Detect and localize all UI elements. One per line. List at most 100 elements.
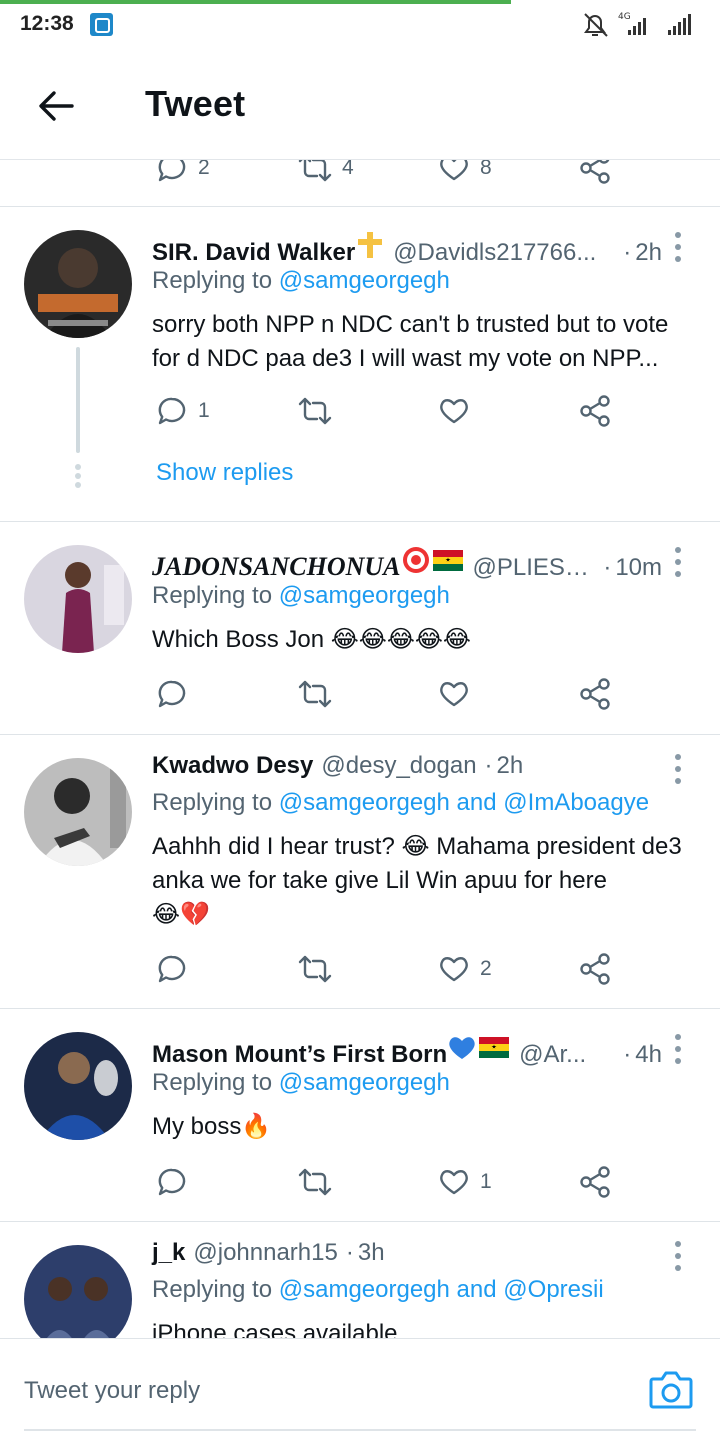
reply-count: 1 <box>198 399 210 422</box>
reply-input[interactable]: Tweet your reply <box>24 1377 200 1405</box>
share-icon <box>580 395 610 427</box>
tweet-card[interactable]: j_k @johnnarh15 · 3h Replying to @samgeo… <box>0 1222 720 1338</box>
show-replies-link[interactable]: Show replies <box>156 459 293 487</box>
tweet-card[interactable]: Kwadwo Desy @desy_dogan · 2h Replying to… <box>0 735 720 1008</box>
like-button[interactable]: 2 <box>438 949 492 989</box>
tweet-text-content: Which Boss Jon <box>152 626 331 653</box>
avatar[interactable] <box>24 1245 132 1338</box>
heart-icon <box>440 160 468 181</box>
reply-icon <box>158 397 186 425</box>
retweet-icon <box>298 160 332 182</box>
tweet-time: 10m <box>615 554 662 581</box>
tweet-card[interactable]: JADONSANCHONUA @PLIESS... · 10m Replying… <box>0 522 720 734</box>
camera-icon <box>649 1371 693 1409</box>
share-button[interactable] <box>578 391 612 431</box>
like-button[interactable] <box>438 391 470 431</box>
display-name[interactable]: SIR. David Walker <box>152 239 355 267</box>
reply-button[interactable] <box>156 674 188 714</box>
display-name[interactable]: Kwadwo Desy <box>152 752 313 780</box>
user-handle[interactable]: @PLIESS... <box>473 554 596 582</box>
like-button[interactable] <box>438 674 470 714</box>
replying-and: and <box>449 1276 504 1303</box>
retweet-icon <box>298 397 332 425</box>
display-name[interactable]: JADONSANCHONUA <box>152 552 401 582</box>
share-button[interactable] <box>578 949 612 989</box>
reply-count: 2 <box>198 160 210 179</box>
user-handle[interactable]: @johnnarh15 <box>193 1239 337 1267</box>
user-handle[interactable]: @desy_dogan <box>321 752 476 780</box>
like-button[interactable]: 1 <box>438 1162 492 1202</box>
cross-emoji-icon <box>355 230 385 267</box>
avatar[interactable] <box>24 1032 132 1140</box>
reply-button[interactable]: 1 <box>156 391 210 431</box>
heart-icon <box>440 957 468 982</box>
tweet-card[interactable]: SIR. David Walker @Davidls217766... · 2h… <box>0 207 720 520</box>
retweet-button[interactable]: 4 <box>298 160 354 188</box>
reply-button[interactable] <box>156 1162 188 1202</box>
tweet-time: 2h <box>496 752 524 779</box>
avatar[interactable] <box>24 758 132 866</box>
reply-icon <box>158 160 186 182</box>
reply-icon <box>158 955 186 983</box>
more-options-button[interactable] <box>668 752 688 786</box>
mention-link[interactable]: @samgeorgegh <box>279 582 450 609</box>
more-options-button[interactable] <box>668 545 688 579</box>
replying-to: Replying to @samgeorgegh <box>152 1069 450 1097</box>
avatar-image <box>24 545 132 653</box>
replying-to: Replying to @samgeorgegh <box>152 267 450 295</box>
tweet-text: sorry both NPP n NDC can't b trusted but… <box>152 311 669 372</box>
user-handle[interactable]: @Davidls217766... <box>393 239 615 267</box>
avatar[interactable] <box>24 230 132 338</box>
reply-button[interactable] <box>156 949 188 989</box>
retweet-button[interactable] <box>298 949 332 989</box>
retweet-icon <box>298 1168 332 1196</box>
tweet-text: iPhone cases available <box>152 1320 398 1338</box>
display-name[interactable]: Mason Mount’s First Born <box>152 1041 447 1069</box>
mention-link[interactable]: @ImAboagye <box>503 789 649 816</box>
signal-icon <box>668 14 691 35</box>
tweet-text: Aahhh did I hear trust? 😂 Mahama preside… <box>152 830 700 932</box>
retweet-button[interactable] <box>298 1162 332 1202</box>
tweet-time: 2h <box>635 239 662 266</box>
network-type-label: 4G <box>618 12 631 22</box>
back-button[interactable] <box>34 84 78 128</box>
replying-label: Replying to <box>152 1276 279 1303</box>
replying-label: Replying to <box>152 1069 279 1096</box>
retweet-button[interactable] <box>298 391 332 431</box>
retweet-button[interactable] <box>298 674 332 714</box>
share-button[interactable] <box>578 674 612 714</box>
share-button[interactable] <box>578 160 612 188</box>
mention-link[interactable]: @Opresii <box>503 1276 603 1303</box>
replying-label: Replying to <box>152 582 279 609</box>
tweet-card[interactable]: Mason Mount’s First Born @Ar... · 4h Rep… <box>0 1009 720 1221</box>
tweet-text-part: Aahhh did I hear trust? <box>152 833 402 860</box>
share-button[interactable] <box>578 1162 612 1202</box>
share-icon <box>580 160 610 184</box>
share-icon <box>580 1166 610 1198</box>
laughing-emoji-icon: 😂😂😂😂😂 <box>330 626 471 653</box>
reply-icon <box>158 680 186 708</box>
tweet-header: Mason Mount’s First Born @Ar... · 4h <box>152 1032 662 1068</box>
tweet-time: 4h <box>635 1041 662 1068</box>
more-options-button[interactable] <box>668 1032 688 1066</box>
separator-dot: · <box>345 1239 354 1266</box>
mention-link[interactable]: @samgeorgegh <box>279 1069 450 1096</box>
avatar-image <box>24 1032 132 1140</box>
reply-button[interactable]: 2 <box>156 160 210 188</box>
tweet-header: SIR. David Walker @Davidls217766... · 2h <box>152 230 662 266</box>
mention-link[interactable]: @samgeorgegh <box>279 1276 450 1303</box>
like-button[interactable]: 8 <box>438 160 492 188</box>
separator-dot: · <box>484 752 493 779</box>
more-options-button[interactable] <box>668 230 688 264</box>
mention-link[interactable]: @samgeorgegh <box>279 789 450 816</box>
action-row <box>0 674 720 714</box>
more-options-button[interactable] <box>668 1239 688 1273</box>
camera-button[interactable] <box>648 1367 694 1411</box>
user-handle[interactable]: @Ar... <box>519 1041 615 1069</box>
replying-label: Replying to <box>152 267 279 294</box>
tweet-feed[interactable]: 2 4 8 SIR. David Walker @Davidls217766..… <box>0 160 720 1338</box>
avatar[interactable] <box>24 545 132 653</box>
retweet-icon <box>298 955 332 983</box>
mention-link[interactable]: @samgeorgegh <box>279 267 450 294</box>
display-name[interactable]: j_k <box>152 1239 185 1267</box>
